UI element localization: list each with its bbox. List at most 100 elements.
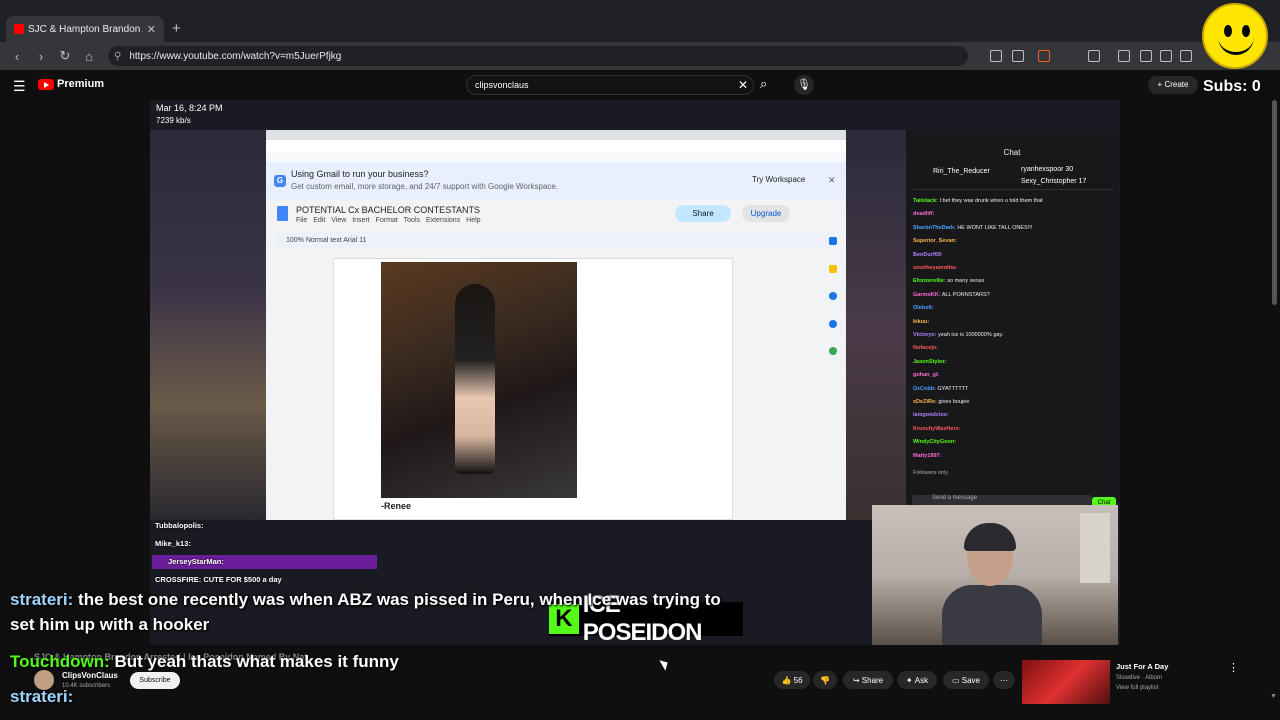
search-icon[interactable]: ⌕ [760, 76, 767, 92]
clear-search-icon[interactable]: ✕ [738, 78, 748, 92]
followers-only-label: Followers only [913, 470, 949, 476]
brave-shield-icon[interactable] [1038, 50, 1050, 62]
address-bar[interactable]: ⚲ https://www.youtube.com/watch?v=m5Juer… [108, 46, 968, 66]
site-info-icon[interactable]: ⚲ [114, 51, 121, 62]
media-icon[interactable] [1140, 50, 1152, 62]
save-button[interactable]: ▭ Save [943, 671, 989, 689]
like-button[interactable]: 👍 56 [774, 671, 810, 689]
reload-icon[interactable]: ↻ [58, 48, 72, 64]
browser-tab[interactable]: SJC & Hampton Brandon Arr ✕ [6, 16, 164, 42]
chat-username[interactable]: iamgoodcloe: [913, 412, 949, 418]
webcam-person-body [942, 585, 1042, 645]
chat-message: KrunchyWasHere: [913, 426, 960, 432]
overlay-chat-message: CROSSFIRE: CUTE FOR $500 a day [155, 575, 282, 584]
chat-username[interactable]: OzCobb: [913, 386, 936, 392]
banner-close-icon: ✕ [828, 175, 836, 185]
chat-input: Send a message [912, 495, 1092, 505]
calendar-icon [829, 237, 837, 245]
stream-browser-bookmarks [266, 152, 846, 162]
smiley-face-icon [1202, 3, 1268, 69]
back-icon[interactable]: ‹ [10, 49, 24, 64]
chat-username[interactable]: Superior_Sevan: [913, 238, 957, 244]
share-button[interactable]: ↪ Share [843, 671, 893, 689]
chat-username[interactable]: Tailstack: [913, 198, 938, 204]
ask-label: Ask [914, 675, 929, 685]
chat-text: GYATTTTTT [937, 385, 969, 392]
scroll-down-icon[interactable]: ▼ [1270, 693, 1277, 700]
album-thumbnail[interactable] [1022, 660, 1110, 704]
more-actions-button[interactable]: ⋯ [993, 671, 1015, 689]
download-icon[interactable] [1118, 50, 1130, 62]
channel-avatar[interactable] [34, 670, 54, 690]
subtitle-line-1: strateri: the best one recently was when… [10, 590, 721, 610]
keep-icon [829, 265, 837, 273]
menu-icon[interactable]: ☰ [13, 78, 26, 95]
youtube-logo[interactable]: Premium [38, 78, 104, 90]
subscribe-button[interactable]: Subscribe [130, 672, 180, 689]
share-page-icon[interactable] [1012, 50, 1024, 62]
chat-username[interactable]: gohan_gt: [913, 372, 940, 378]
chat-username[interactable]: Olebolt: [913, 305, 934, 311]
chat-message: Tailstack: I bet they was drunk when u t… [913, 198, 1043, 204]
stream-date: Mar 16, 8:24 PM [156, 103, 223, 113]
subs-counter-overlay: Subs: 0 [1203, 78, 1261, 95]
chat-message: gohan_gt: [913, 372, 940, 378]
chat-username[interactable]: xDeZiRe: [913, 399, 937, 405]
chat-text: ALL PORNSTARS? [941, 291, 990, 298]
chat-username[interactable]: BenDurf69: [913, 252, 943, 258]
dislike-button[interactable]: 👎 [813, 671, 837, 689]
extensions-icon[interactable] [1088, 50, 1100, 62]
chat-username[interactable]: JasonStylez: [913, 359, 947, 365]
chat-username[interactable]: GarmoKK: [913, 292, 941, 298]
chat-username[interactable]: Matty1997: [913, 453, 941, 459]
chat-username[interactable]: SharbnTheDark: [913, 225, 956, 231]
maps-icon [829, 347, 837, 355]
overlay-chat-name: Tubbalopolis: [155, 521, 204, 530]
tab-close-icon[interactable]: ✕ [147, 23, 156, 36]
photo-person [455, 284, 495, 474]
youtube-favicon-icon [14, 24, 24, 34]
channel-name[interactable]: ClipsVonClaus [62, 671, 118, 680]
chat-username[interactable]: kikuu: [913, 319, 929, 325]
thumbs-down-icon: 👎 [820, 675, 830, 685]
url-text: https://www.youtube.com/watch?v=m5JuerPf… [129, 50, 342, 62]
search-input[interactable]: clipsvonclaus [466, 75, 754, 95]
webcam-door [1080, 513, 1110, 583]
smiley-mouth [1218, 33, 1254, 55]
chat-message: SharbnTheDark: HE WONT LIKE TALL ONES!!! [913, 225, 1032, 231]
chat-username[interactable]: deadliff: [913, 211, 934, 217]
chat-username[interactable]: Nofacejn: [913, 345, 938, 351]
chat-username[interactable]: KrunchyWasHere: [913, 426, 960, 432]
sidebar-icon[interactable] [1160, 50, 1172, 62]
ask-button[interactable]: ✦ Ask [897, 671, 937, 689]
forward-icon[interactable]: › [34, 49, 48, 64]
home-icon[interactable]: ⌂ [82, 49, 96, 64]
share-icon: ↪ [852, 675, 862, 685]
create-button[interactable]: + Create [1148, 76, 1198, 94]
chat-username[interactable]: WindyCityGoon: [913, 439, 956, 445]
chat-username[interactable]: Victorye: [913, 332, 936, 338]
recommend-title[interactable]: Just For A Day [1116, 662, 1168, 671]
wallet-icon[interactable] [1180, 50, 1192, 62]
recommend-more-icon[interactable]: ⋮ [1228, 661, 1239, 674]
webcam-person-hat [964, 523, 1016, 551]
chat-username[interactable]: smotheyamotha: [913, 265, 957, 271]
recommend-playlist-link[interactable]: View full playlist [1116, 685, 1158, 691]
subtitle-line-3: Touchdown: But yeah thats what makes it … [10, 652, 399, 672]
chat-message: Nofacejn: [913, 345, 938, 351]
doc-photo [381, 262, 577, 498]
doc-title: POTENTIAL Cx BACHELOR CONTESTANTS [296, 205, 481, 215]
chat-message: kikuu: [913, 319, 929, 325]
chat-message: Matty1997: [913, 453, 941, 459]
logo-text: Premium [57, 78, 105, 90]
new-tab-button[interactable]: + [172, 20, 181, 37]
page-scrollbar[interactable] [1272, 100, 1277, 305]
mic-icon[interactable]: 🎙 [794, 75, 814, 95]
subtitle-text: the best one recently was when ABZ was p… [73, 590, 721, 609]
tasks-icon [829, 292, 837, 300]
chat-text: I bet they was drunk when u told them th… [939, 198, 1043, 204]
top-user-1: ryanhexspoor 30 [1021, 166, 1074, 173]
chat-message: iamgoodcloe: [913, 412, 949, 418]
cast-icon[interactable] [990, 50, 1002, 62]
chat-username[interactable]: Efonzerellie: [913, 278, 946, 284]
